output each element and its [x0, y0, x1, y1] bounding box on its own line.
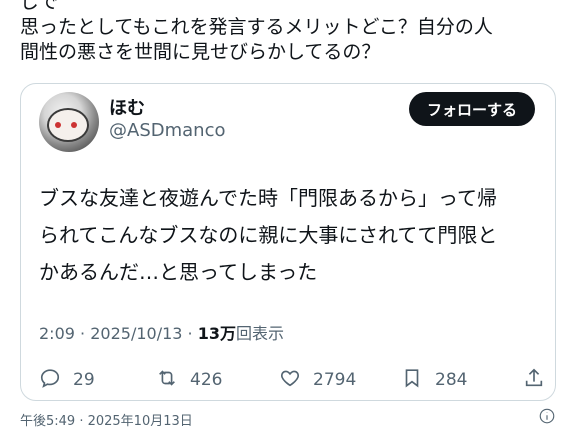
repost-icon — [156, 367, 178, 394]
reply-button[interactable]: 29 — [39, 367, 95, 394]
reply-icon — [39, 367, 61, 394]
action-bar: 29 426 2794 284 — [39, 366, 545, 394]
meta-separator: · — [80, 324, 86, 343]
views-count: 13万 — [197, 324, 236, 343]
quoted-post-body: ブスな友達と夜遊んでた時「門限あるから」って帰 られてこんなブスなのに親に大事に… — [39, 186, 498, 284]
display-name[interactable]: ほむ — [109, 94, 145, 120]
post-text: じで 思ったとしてもこれを発言するメリットどこ？自分の人 間性の悪さを世間に見せ… — [20, 0, 493, 63]
post-time[interactable]: 2:09 — [39, 324, 75, 343]
bookmark-button[interactable]: 284 — [401, 367, 467, 394]
share-icon — [523, 367, 545, 394]
bookmark-count: 284 — [435, 370, 468, 390]
post-meta: 2:09 · 2025/10/13 · 13万回表示 — [39, 320, 284, 344]
post-timestamp[interactable]: 午後5:49 · 2025年10月13日 — [20, 410, 193, 429]
repost-count: 426 — [190, 370, 223, 390]
meta-separator: · — [187, 324, 193, 343]
user-handle[interactable]: @ASDmanco — [109, 120, 225, 141]
views-label: 回表示 — [236, 324, 285, 343]
quoted-post-card[interactable]: ほむ @ASDmanco フォローする ブスな友達と夜遊んでた時「門限あるから」… — [20, 83, 556, 401]
repost-button[interactable]: 426 — [156, 367, 222, 394]
heart-icon — [279, 367, 301, 394]
post-date[interactable]: 2025/10/13 — [90, 324, 182, 343]
follow-button[interactable]: フォローする — [408, 92, 535, 126]
bookmark-icon — [401, 367, 423, 394]
share-button[interactable] — [523, 367, 545, 394]
like-button[interactable]: 2794 — [279, 367, 356, 394]
like-count: 2794 — [313, 370, 357, 390]
avatar[interactable] — [39, 92, 99, 152]
reply-count: 29 — [73, 370, 95, 390]
info-icon[interactable] — [538, 407, 556, 425]
